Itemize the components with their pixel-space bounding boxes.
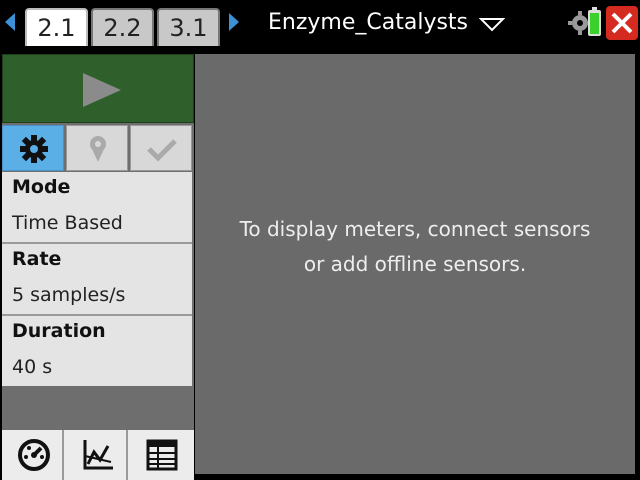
table-icon	[146, 439, 178, 471]
gear-icon	[20, 135, 48, 163]
mode-value: Time Based	[12, 212, 123, 234]
settings-tabs	[2, 125, 194, 171]
rate-setting[interactable]: Rate 5 samples/s	[2, 244, 192, 314]
play-icon	[83, 73, 121, 107]
duration-label: Duration	[12, 320, 106, 342]
triangle-down-icon[interactable]	[478, 16, 506, 32]
chevron-left-icon[interactable]	[5, 13, 15, 31]
check-tab[interactable]	[130, 125, 192, 171]
meter-view-button[interactable]	[2, 430, 64, 480]
duration-value: 40 s	[12, 356, 53, 378]
battery-icon	[588, 7, 601, 36]
graph-icon	[83, 440, 113, 470]
start-collection-button[interactable]	[2, 54, 194, 123]
document-title[interactable]: Enzyme_Catalysts	[268, 10, 468, 35]
empty-state-message: To display meters, connect sensors or ad…	[195, 212, 635, 282]
message-line: To display meters, connect sensors	[239, 217, 591, 241]
close-icon	[611, 12, 633, 34]
map-pin-icon	[90, 136, 106, 162]
gear-icon	[568, 11, 588, 35]
check-icon	[147, 139, 177, 162]
graph-view-button[interactable]	[66, 430, 128, 480]
marker-tab[interactable]	[66, 125, 128, 171]
duration-setting[interactable]: Duration 40 s	[2, 316, 192, 386]
settings-panel: Mode Time Based Rate 5 samples/s Duratio…	[2, 54, 194, 480]
meter-display-area[interactable]: To display meters, connect sensors or ad…	[195, 54, 635, 474]
rate-label: Rate	[12, 248, 62, 270]
top-bar: 2.1 2.2 3.1 Enzyme_Catalysts	[0, 0, 640, 48]
meter-icon	[18, 439, 50, 471]
close-button[interactable]	[606, 6, 638, 40]
mode-label: Mode	[12, 176, 71, 198]
tab-page-2-1[interactable]: 2.1	[25, 8, 88, 46]
view-toolbar	[2, 430, 194, 480]
settings-tab[interactable]	[2, 125, 64, 171]
tab-page-3-1[interactable]: 3.1	[157, 8, 220, 46]
tab-page-2-2[interactable]: 2.2	[91, 8, 154, 46]
chevron-right-icon[interactable]	[229, 13, 239, 31]
rate-value: 5 samples/s	[12, 284, 126, 306]
message-line: or add offline sensors.	[303, 252, 527, 276]
mode-setting[interactable]: Mode Time Based	[2, 172, 192, 242]
status-indicators	[568, 6, 608, 40]
table-view-button[interactable]	[130, 430, 192, 480]
